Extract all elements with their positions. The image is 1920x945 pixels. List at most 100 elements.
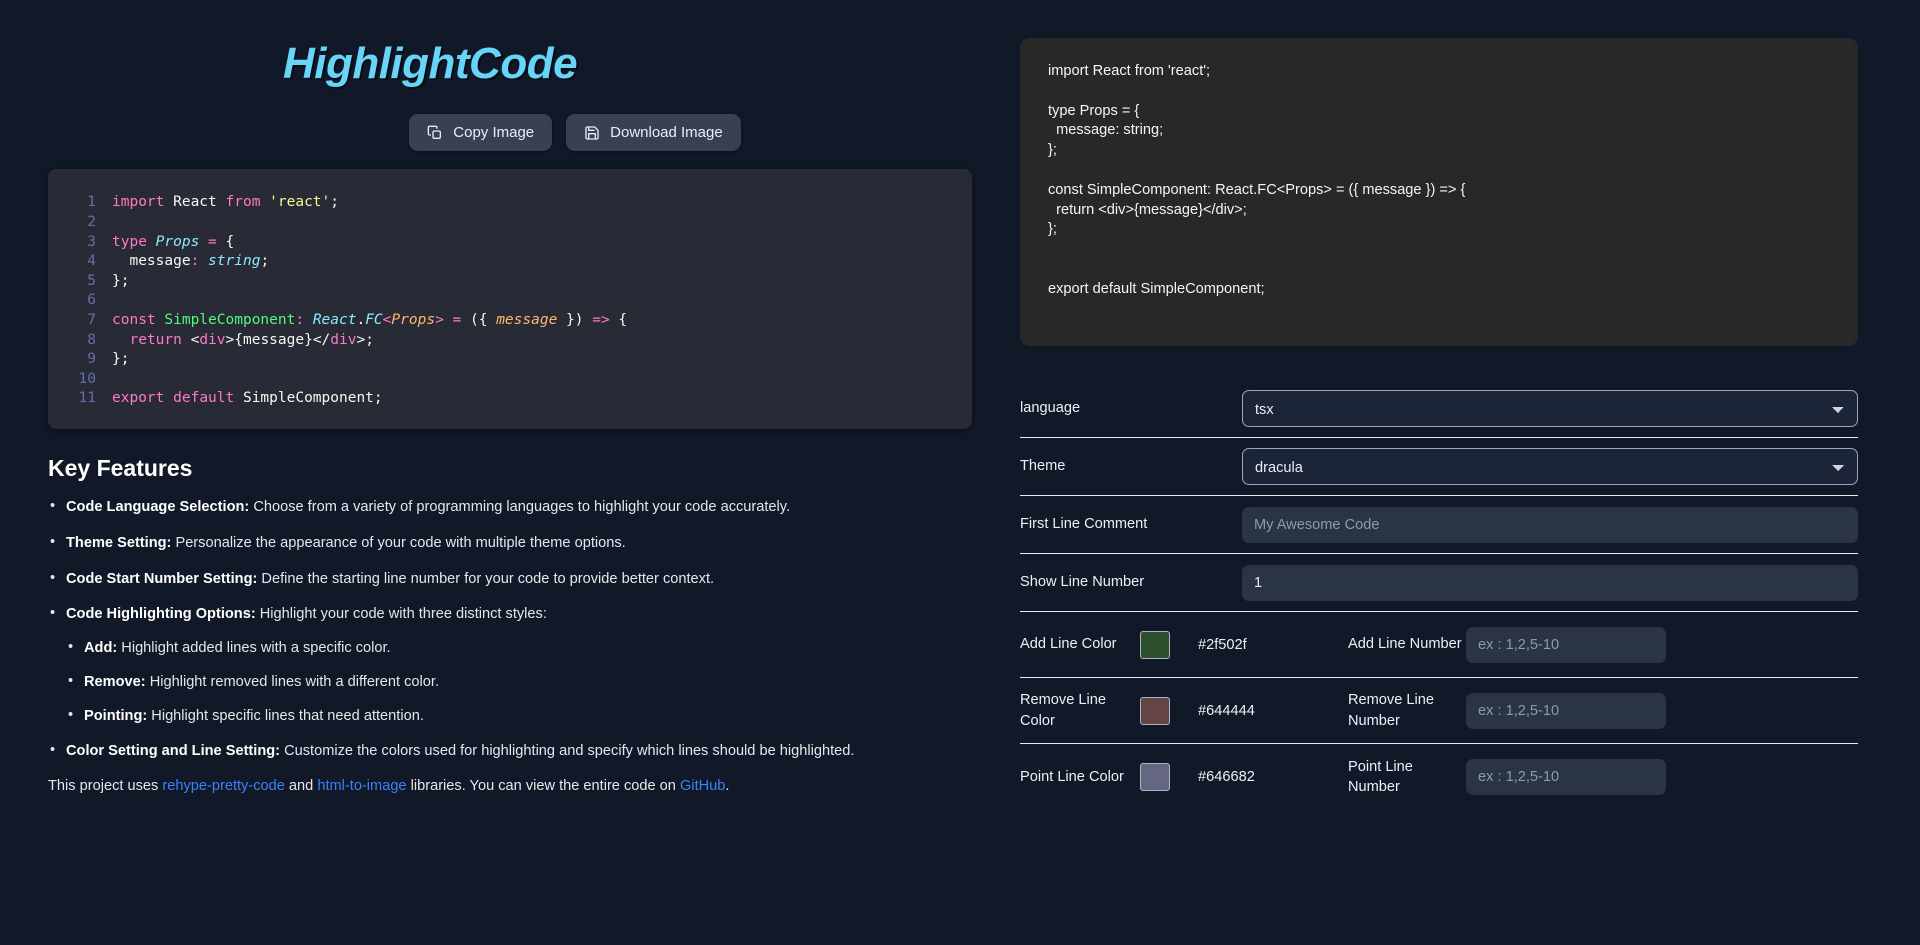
settings-form: language tsxjsxtsjspythonhtmlcss Theme d… (1020, 380, 1858, 810)
feature-description: Personalize the appearance of your code … (171, 535, 626, 552)
code-token: default (173, 390, 235, 407)
link-rehype-pretty-code[interactable]: rehype-pretty-code (162, 778, 285, 794)
features-list: Code Language Selection: Choose from a v… (48, 497, 972, 762)
link-github[interactable]: GitHub (680, 778, 725, 794)
language-select[interactable]: tsxjsxtsjspythonhtmlcss (1242, 390, 1858, 427)
code-line-number: 3 (87, 233, 96, 250)
code-token: Props (155, 233, 200, 250)
download-image-label: Download Image (610, 124, 723, 142)
show-line-number-input[interactable] (1242, 564, 1858, 601)
code-line-number: 6 (87, 292, 96, 309)
color-hex-value: #2f502f (1198, 636, 1247, 653)
first-line-comment-label: First Line Comment (1020, 516, 1148, 533)
feature-name: Code Language Selection: (66, 499, 250, 516)
code-token: => (592, 311, 610, 328)
theme-control: draculagithub-darknordone-dark-promonoka… (1242, 448, 1858, 485)
code-token: from (225, 194, 261, 211)
footer-text-3: libraries. You can view the entire code … (406, 777, 680, 794)
code-token: const (112, 311, 156, 328)
code-token: React (312, 311, 357, 328)
feature-item: Code Start Number Setting: Define the st… (48, 569, 972, 590)
color-hex-value: #646682 (1198, 769, 1255, 785)
code-token: div (199, 331, 226, 348)
show-line-number-control (1242, 564, 1858, 601)
line-number-input[interactable] (1466, 626, 1666, 663)
feature-item: Code Highlighting Options: Highlight you… (48, 604, 972, 727)
code-line-number: 10 (78, 370, 96, 387)
code-token: ; (260, 253, 270, 270)
code-token: ({ (461, 311, 497, 328)
code-line-number: 5 (87, 272, 96, 289)
feature-name: Code Start Number Setting: (66, 570, 258, 587)
feature-description: Define the starting line number for your… (257, 570, 715, 587)
feature-subitem-description: Highlight added lines with a specific co… (117, 640, 391, 657)
code-token: >; (356, 331, 374, 348)
link-html-to-image[interactable]: html-to-image (317, 778, 406, 794)
code-token: string (208, 253, 261, 270)
feature-subitem-name: Add: (84, 640, 118, 657)
first-line-comment-input[interactable] (1242, 506, 1858, 543)
first-line-comment-control (1242, 506, 1858, 543)
footer-text-1: This project uses (48, 777, 163, 794)
setting-row-language: language tsxjsxtsjspythonhtmlcss (1020, 380, 1858, 438)
feature-item: Code Language Selection: Choose from a v… (48, 497, 972, 518)
show-line-number-label: Show Line Number (1020, 574, 1145, 591)
feature-subitem: Add: Highlight added lines with a specif… (66, 638, 972, 659)
code-token: import (112, 194, 165, 211)
feature-description: Highlight your code with three distinct … (255, 606, 547, 623)
code-token: SimpleComponent; (234, 390, 383, 407)
color-setting-row: Add Line Color #2f502f Add Line Number (1020, 612, 1858, 678)
feature-subitem-name: Remove: (84, 673, 146, 690)
footer-note: This project uses rehype-pretty-code and… (48, 778, 972, 794)
feature-name: Color Setting and Line Setting: (66, 743, 281, 760)
copy-image-button[interactable]: Copy Image (409, 114, 553, 152)
code-token: : (190, 253, 200, 270)
code-token: ; (330, 194, 339, 211)
left-column: HighlightCode Copy Image Download Image … (0, 0, 1020, 945)
feature-sublist: Add: Highlight added lines with a specif… (66, 638, 972, 727)
line-number-control (1466, 692, 1666, 729)
code-token: SimpleComponent (164, 311, 296, 328)
feature-subitem: Pointing: Highlight specific lines that … (66, 706, 972, 727)
line-number-input[interactable] (1466, 759, 1666, 795)
color-setting-row: Remove Line Color #644444 Remove Line Numb… (1020, 678, 1858, 744)
code-token: 'react' (269, 194, 331, 211)
footer-text-2: and (284, 777, 318, 794)
page-title: HighlightCode (282, 39, 578, 88)
code-preview-card: 1 import React from 'react'; 2 3 type Prop… (48, 169, 972, 430)
color-swatch[interactable] (1140, 630, 1170, 659)
code-line-number: 8 (87, 331, 96, 348)
code-token: }; (112, 351, 130, 368)
code-line-number: 4 (87, 253, 96, 270)
color-setting-label: Point Line Color (1020, 768, 1124, 785)
action-button-row: Copy Image Download Image (178, 114, 972, 152)
theme-select[interactable]: draculagithub-darknordone-dark-promonoka… (1242, 448, 1858, 485)
color-setting-row: Point Line Color #646682 Point Line Number (1020, 744, 1858, 810)
code-token: }; (112, 272, 130, 289)
feature-subitem-name: Pointing: (84, 707, 148, 724)
app-root: HighlightCode Copy Image Download Image … (0, 0, 1920, 945)
color-hex-value: #644444 (1198, 702, 1255, 719)
footer-text-4: . (725, 777, 730, 794)
code-token: FC (365, 311, 383, 328)
line-number-control (1466, 626, 1666, 663)
line-number-label: Remove Line Number (1348, 692, 1434, 729)
copy-image-label: Copy Image (453, 124, 535, 142)
feature-item: Theme Setting: Personalize the appearanc… (48, 533, 972, 554)
code-token: = (452, 311, 462, 328)
download-image-button[interactable]: Download Image (566, 114, 741, 152)
code-line-number: 9 (87, 351, 96, 368)
language-control: tsxjsxtsjspythonhtmlcss (1242, 390, 1858, 427)
code-token: Props (391, 311, 436, 328)
line-number-input[interactable] (1466, 692, 1666, 729)
color-swatch[interactable] (1140, 696, 1170, 725)
code-token: > (435, 311, 444, 328)
color-swatch[interactable] (1140, 763, 1170, 791)
